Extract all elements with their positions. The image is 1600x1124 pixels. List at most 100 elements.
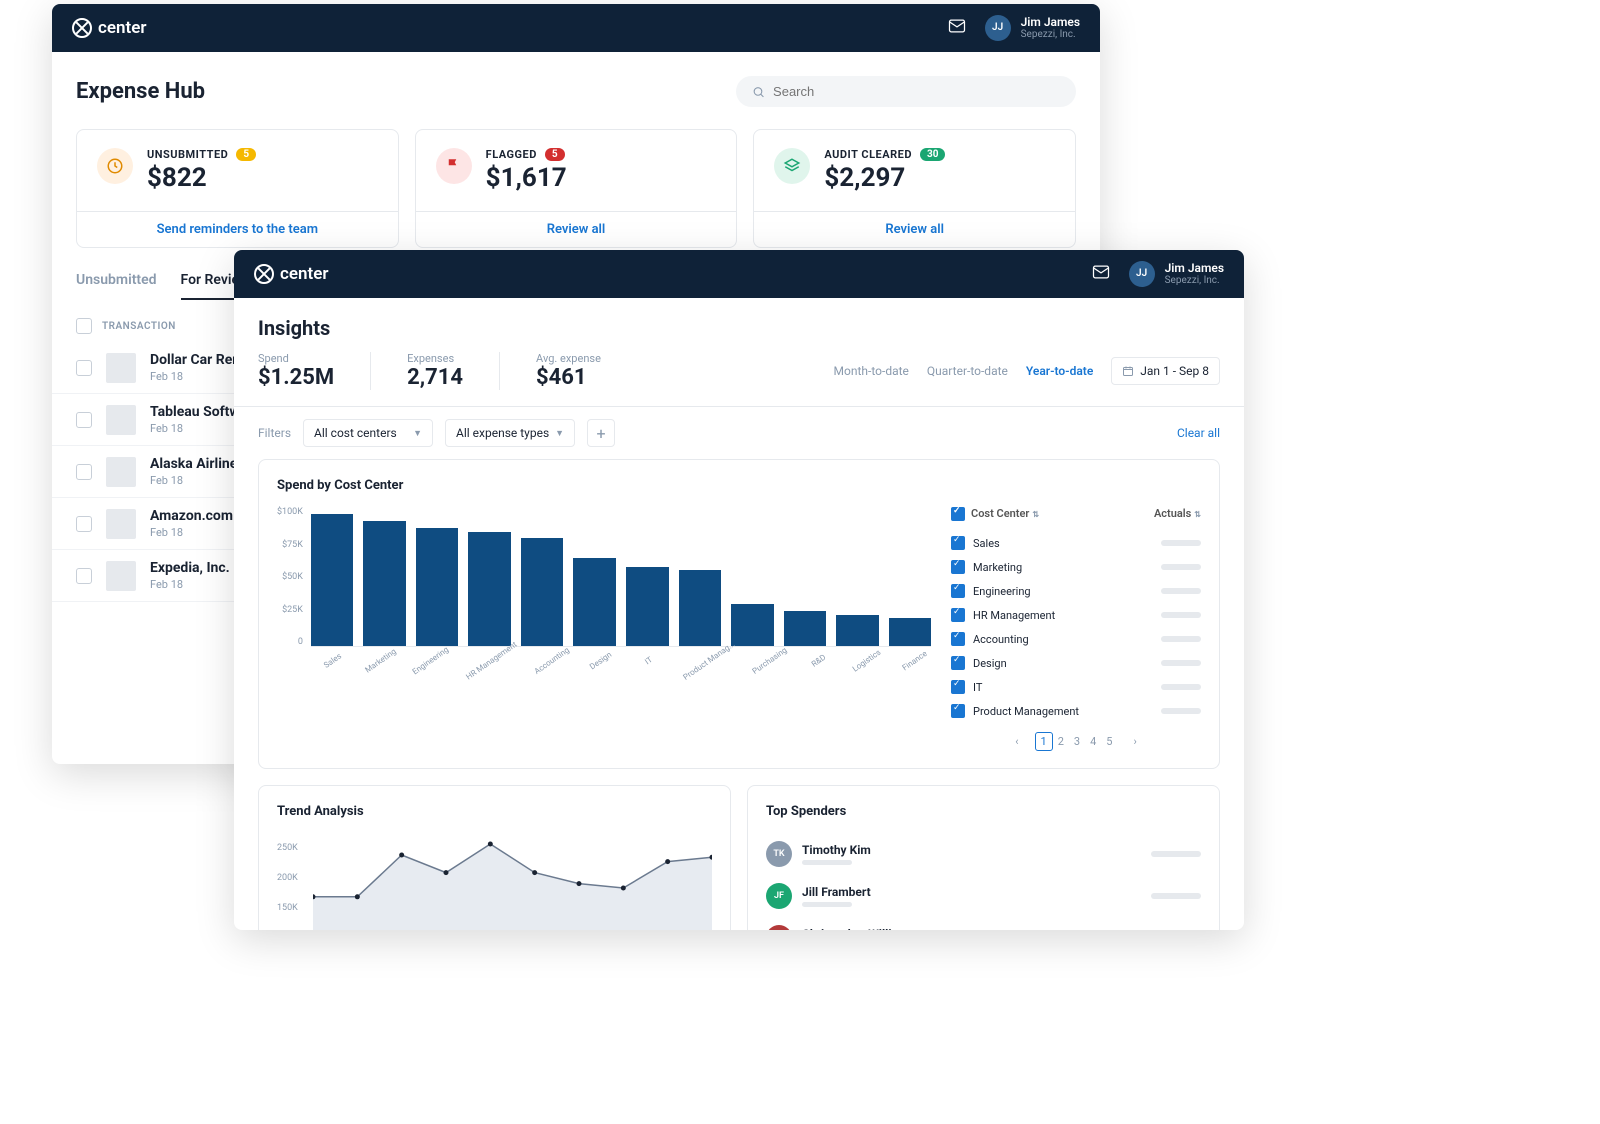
sort-icon[interactable]: ⇅ [1194, 510, 1201, 519]
spender-row[interactable]: TK Timothy Kim [766, 833, 1201, 875]
top-spenders-panel: Top Spenders TK Timothy Kim JF Jill Fram… [747, 785, 1220, 930]
search-box[interactable] [736, 76, 1076, 107]
legend-item[interactable]: Sales [951, 531, 1201, 555]
search-input[interactable] [773, 84, 1060, 99]
spender-row[interactable]: CW Christopher Williamson [766, 917, 1201, 930]
card-label: UNSUBMITTED [147, 148, 228, 161]
card-value: $822 [147, 163, 256, 193]
row-checkbox[interactable] [76, 360, 92, 376]
pagination: ‹ 12345 › [951, 733, 1201, 750]
page-prev[interactable]: ‹ [1010, 733, 1023, 750]
checkbox-checked[interactable] [951, 656, 965, 670]
card-value: $2,297 [824, 163, 945, 193]
select-all-checkbox[interactable] [76, 318, 92, 334]
checkbox-checked[interactable] [951, 584, 965, 598]
bar[interactable] [889, 618, 932, 646]
brand-logo[interactable]: center [72, 18, 147, 38]
actuals-bar [1161, 684, 1201, 690]
receipt-thumbnail [106, 405, 136, 435]
user-company: Sepezzi, Inc. [1021, 29, 1080, 41]
card-cleared[interactable]: AUDIT CLEARED 30 $2,297 Review all [753, 129, 1076, 248]
spender-row[interactable]: JF Jill Frambert [766, 875, 1201, 917]
legend-item[interactable]: Marketing [951, 555, 1201, 579]
x-axis-label: Engineering [411, 645, 450, 676]
row-checkbox[interactable] [76, 412, 92, 428]
row-checkbox[interactable] [76, 516, 92, 532]
chevron-down-icon: ▼ [555, 428, 564, 439]
card-flagged[interactable]: FLAGGED 5 $1,617 Review all [415, 129, 738, 248]
mail-icon[interactable] [947, 16, 967, 40]
period-mtd[interactable]: Month-to-date [834, 364, 909, 378]
legend-item[interactable]: Product Management [951, 699, 1201, 723]
period-qtd[interactable]: Quarter-to-date [927, 364, 1008, 378]
checkbox-checked[interactable] [951, 536, 965, 550]
user-company: Sepezzi, Inc. [1165, 275, 1224, 287]
column-transaction: TRANSACTION [102, 321, 176, 332]
page-number[interactable]: 5 [1101, 733, 1117, 750]
checkbox-checked[interactable] [951, 704, 965, 718]
user-menu[interactable]: JJ Jim James Sepezzi, Inc. [1129, 261, 1224, 287]
page-number[interactable]: 2 [1053, 733, 1069, 750]
bar[interactable] [731, 604, 774, 646]
avatar: TK [766, 841, 792, 867]
receipt-thumbnail [106, 353, 136, 383]
bar[interactable] [573, 558, 616, 646]
trend-analysis-panel: Trend Analysis 250K200K150K100K [258, 785, 731, 930]
checkbox-checked[interactable] [951, 560, 965, 574]
review-all-link[interactable]: Review all [754, 211, 1075, 247]
metric-spend: Spend $1.25M [258, 352, 371, 390]
bar[interactable] [363, 521, 406, 646]
page-number[interactable]: 3 [1069, 733, 1085, 750]
bar[interactable] [468, 532, 511, 646]
period-ytd[interactable]: Year-to-date [1026, 364, 1093, 378]
page-next[interactable]: › [1128, 733, 1141, 750]
legend-item[interactable]: IT [951, 675, 1201, 699]
expense-type-select[interactable]: All expense types ▼ [445, 419, 575, 447]
actuals-bar [1161, 540, 1201, 546]
cost-center-select[interactable]: All cost centers ▼ [303, 419, 433, 447]
legend-item[interactable]: Engineering [951, 579, 1201, 603]
transaction-date: Feb 18 [150, 578, 230, 591]
merchant-name: Amazon.com [150, 508, 233, 524]
avatar: CW [766, 925, 792, 930]
panel-title: Trend Analysis [277, 804, 712, 819]
legend-item[interactable]: HR Management [951, 603, 1201, 627]
logo-icon [254, 264, 274, 284]
legend-item[interactable]: Design [951, 651, 1201, 675]
bar[interactable] [626, 567, 669, 646]
checkbox-checked[interactable] [951, 680, 965, 694]
row-checkbox[interactable] [76, 568, 92, 584]
x-axis-label: Finance [896, 646, 932, 675]
bar[interactable] [521, 538, 564, 646]
bar[interactable] [836, 615, 879, 646]
legend-item[interactable]: Accounting [951, 627, 1201, 651]
count-badge: 5 [236, 148, 256, 161]
page-number[interactable]: 1 [1035, 732, 1053, 751]
x-axis-label: Logistics [848, 646, 884, 675]
review-all-link[interactable]: Review all [416, 211, 737, 247]
mail-icon[interactable] [1091, 262, 1111, 286]
add-filter-button[interactable]: + [587, 419, 615, 447]
row-checkbox[interactable] [76, 464, 92, 480]
calendar-icon [1122, 365, 1134, 377]
checkbox-checked[interactable] [951, 632, 965, 646]
user-menu[interactable]: JJ Jim James Sepezzi, Inc. [985, 15, 1080, 41]
date-range-picker[interactable]: Jan 1 - Sep 8 [1111, 357, 1220, 385]
brand-logo[interactable]: center [254, 264, 329, 284]
page-number[interactable]: 4 [1085, 733, 1101, 750]
panel-title: Top Spenders [766, 804, 1201, 819]
tab-unsubmitted[interactable]: Unsubmitted [76, 272, 157, 300]
send-reminders-link[interactable]: Send reminders to the team [77, 211, 398, 247]
brand-name: center [98, 18, 147, 38]
clear-all-link[interactable]: Clear all [1177, 426, 1220, 440]
bar[interactable] [784, 611, 827, 646]
bar[interactable] [679, 570, 722, 646]
card-unsubmitted[interactable]: UNSUBMITTED 5 $822 Send reminders to the… [76, 129, 399, 248]
receipt-thumbnail [106, 561, 136, 591]
sort-icon[interactable]: ⇅ [1032, 510, 1039, 519]
app-header: center JJ Jim James Sepezzi, Inc. [52, 4, 1100, 52]
checkbox-checked[interactable] [951, 608, 965, 622]
bar[interactable] [416, 528, 459, 646]
bar[interactable] [311, 514, 354, 646]
transaction-date: Feb 18 [150, 474, 245, 487]
